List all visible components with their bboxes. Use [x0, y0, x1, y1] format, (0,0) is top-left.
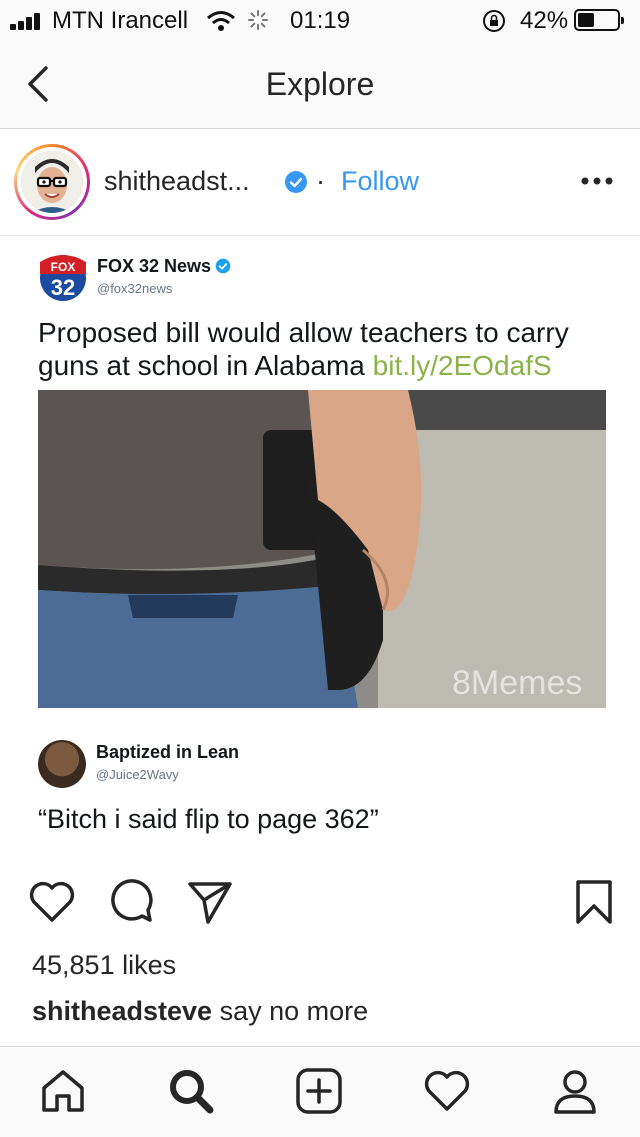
cartoon-face-image — [21, 151, 83, 213]
tweet-verified-icon — [215, 258, 231, 274]
comment-icon[interactable] — [106, 878, 154, 926]
fox-logo: FOX 32 — [38, 254, 88, 302]
bookmark-icon[interactable] — [570, 878, 618, 926]
tweet-author-name: FOX 32 News — [97, 256, 212, 276]
tweet-photo — [38, 390, 606, 708]
caption-text: say no more — [219, 996, 369, 1026]
header-divider — [0, 235, 640, 236]
more-options-icon[interactable] — [580, 176, 614, 186]
likes-count[interactable]: 45,851 likes — [32, 950, 176, 981]
post-caption: shitheadsteve say no more — [32, 996, 368, 1027]
watermark: 8Memes — [452, 664, 583, 702]
caption-username[interactable]: shitheadsteve — [32, 996, 212, 1026]
reply-avatar — [38, 740, 86, 788]
tweet-link: bit.ly/2EOdafS — [372, 350, 552, 381]
reply-text: “Bitch i said flip to page 362” — [38, 804, 379, 834]
status-bar: MTN Irancell 01:19 42% — [0, 0, 640, 40]
reply-author-handle: @Juice2Wavy — [96, 767, 179, 782]
follow-button[interactable]: Follow — [341, 166, 419, 197]
loading-spinner-icon — [248, 10, 268, 30]
fox-logo-text: FOX — [51, 260, 76, 274]
battery-level — [578, 13, 594, 27]
battery-percent: 42% — [520, 7, 569, 34]
separator-dot: · — [316, 166, 325, 196]
share-icon[interactable] — [186, 878, 234, 926]
orientation-lock-icon — [483, 10, 505, 32]
nav-bar: Explore — [0, 40, 640, 129]
activity-icon[interactable] — [422, 1066, 472, 1116]
wifi-icon — [207, 11, 235, 31]
add-icon[interactable] — [294, 1066, 344, 1116]
signal-icon — [10, 12, 50, 30]
search-icon[interactable] — [166, 1066, 216, 1116]
fox-logo-number: 32 — [51, 275, 75, 300]
heart-icon[interactable] — [28, 878, 76, 926]
tweet-text: Proposed bill would allow teachers to ca… — [38, 316, 598, 382]
profile-icon[interactable] — [550, 1066, 600, 1116]
home-icon[interactable] — [38, 1066, 88, 1116]
clock: 01:19 — [290, 7, 351, 34]
carrier-name: MTN Irancell — [52, 7, 189, 34]
page-title: Explore — [265, 66, 375, 102]
reply-author-name: Baptized in Lean — [96, 742, 240, 762]
verified-badge-icon — [285, 171, 307, 193]
post-username[interactable]: shitheadst... — [104, 166, 250, 197]
battery-icon — [574, 9, 624, 31]
tweet-author-handle: @fox32news — [97, 281, 173, 296]
avatar[interactable] — [14, 144, 90, 220]
